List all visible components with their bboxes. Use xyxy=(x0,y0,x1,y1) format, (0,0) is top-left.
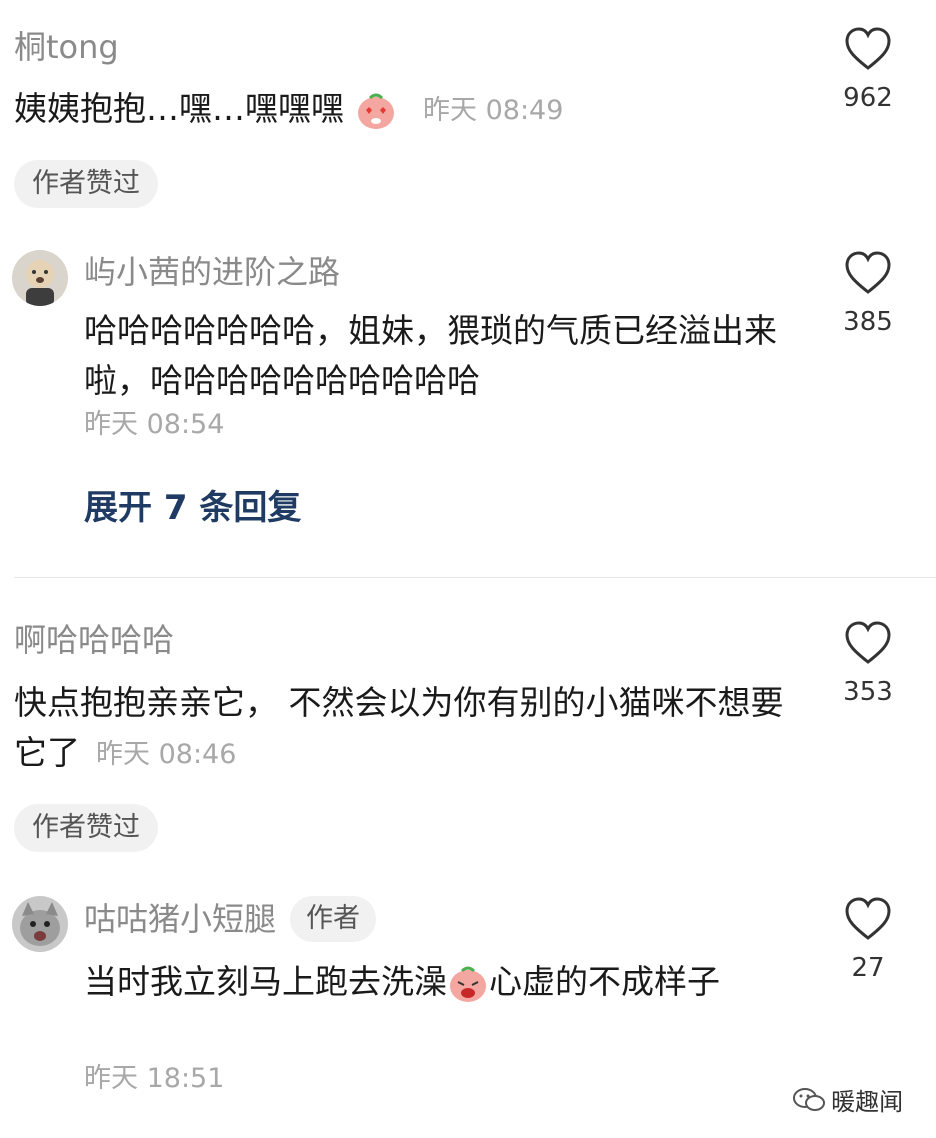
comment-username[interactable]: 桐tong xyxy=(14,27,119,67)
avatar[interactable] xyxy=(12,250,68,306)
comment-body: 姨姨抱抱…嘿…嘿嘿嘿 昨天 08:49 xyxy=(14,84,814,136)
comment-text: 姨姨抱抱…嘿…嘿嘿嘿 xyxy=(14,89,344,128)
like-button[interactable]: 385 xyxy=(818,250,918,338)
wechat-icon xyxy=(793,1087,825,1111)
heart-icon xyxy=(845,27,891,70)
comment-body: 当时我立刻马上跑去洗澡 心虚的不成样子 xyxy=(84,957,804,1007)
heart-icon xyxy=(845,897,891,940)
like-count: 385 xyxy=(843,307,893,337)
comment-time: 昨天 08:49 xyxy=(423,94,564,126)
comment-time: 昨天 08:54 xyxy=(84,409,225,440)
like-button[interactable]: 962 xyxy=(818,26,918,114)
heart-icon xyxy=(845,621,891,664)
expand-replies-link[interactable]: 展开 7 条回复 xyxy=(84,486,301,530)
author-liked-badge: 作者赞过 xyxy=(14,804,158,852)
dog-avatar-icon xyxy=(12,250,68,306)
watermark-text: 暖趣闻 xyxy=(831,1088,904,1116)
heart-eyes-peach-emoji xyxy=(357,93,394,129)
author-tag: 作者 xyxy=(290,896,377,942)
like-button[interactable]: 27 xyxy=(818,896,918,984)
avatar[interactable] xyxy=(12,896,68,952)
watermark: 暖趣闻 xyxy=(792,1082,903,1117)
author-liked-badge: 作者赞过 xyxy=(14,160,158,208)
comment-text-continued: 心虚的不成样子 xyxy=(489,962,720,1001)
like-button[interactable]: 353 xyxy=(818,620,918,708)
comment-username[interactable]: 啊哈哈哈哈 xyxy=(14,620,174,660)
comment-text: 当时我立刻马上跑去洗澡 xyxy=(84,962,447,1001)
divider xyxy=(14,577,936,578)
crying-peach-emoji xyxy=(450,966,486,1002)
comment-body: 快点抱抱亲亲它， 不然会以为你有别的小猫咪不想要它了 昨天 08:46 xyxy=(14,678,794,780)
comment-time: 昨天 08:46 xyxy=(96,738,237,770)
comment-text: 哈哈哈哈哈哈哈，姐妹，猥琐的气质已经溢出来啦，哈哈哈哈哈哈哈哈哈哈 xyxy=(84,311,777,400)
comment-time: 昨天 18:51 xyxy=(84,1063,225,1094)
heart-icon xyxy=(845,251,891,294)
like-count: 962 xyxy=(843,83,893,113)
comment-username[interactable]: 屿小茜的进阶之路 xyxy=(84,252,340,292)
cat-avatar-icon xyxy=(12,896,68,952)
comment-username[interactable]: 咕咕猪小短腿 xyxy=(84,900,276,938)
comment-header: 咕咕猪小短腿 作者 xyxy=(84,896,377,942)
like-count: 27 xyxy=(851,953,885,983)
like-count: 353 xyxy=(843,677,893,707)
